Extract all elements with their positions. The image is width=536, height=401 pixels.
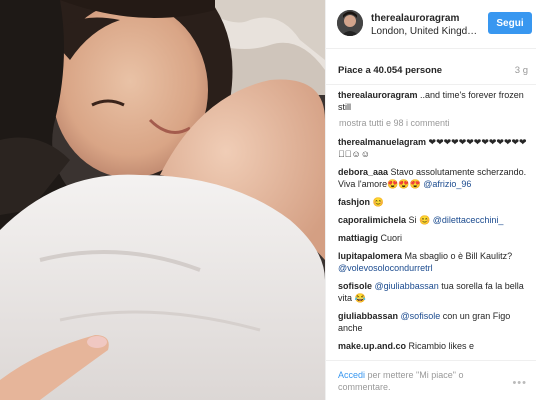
comment-text: Si 😊: [406, 215, 433, 225]
location[interactable]: London, United Kingd…: [371, 26, 479, 37]
comment-username[interactable]: mattiagig: [338, 233, 378, 243]
comment: make.up.and.co Ricambio likes e: [338, 340, 533, 352]
comment: giuliabbassan @sofisole con un gran Figo…: [338, 310, 533, 334]
comment-username[interactable]: lupitapalomera: [338, 251, 402, 261]
likes-row: Piace a 40.054 persone 3 g: [326, 48, 536, 85]
comment: debora_aaa Stavo assolutamente scherzand…: [338, 166, 533, 190]
ellipsis-icon[interactable]: •••: [512, 377, 527, 389]
post-sidebar: therealauroragram London, United Kingd… …: [325, 0, 536, 401]
comment-mention[interactable]: @giuliabbassan: [375, 281, 439, 291]
comment-text: 😊: [370, 197, 384, 207]
instagram-post: therealauroragram London, United Kingd… …: [0, 0, 536, 401]
login-link[interactable]: Accedi: [338, 370, 365, 380]
comment: caporalimichela Si 😊 @dilettacecchini_: [338, 214, 533, 226]
comment: therealmanuelagram ❤❤❤❤❤❤❤❤❤❤❤❤❤❤🏼☺☺: [338, 136, 533, 160]
username[interactable]: therealauroragram: [371, 13, 459, 24]
likes-count[interactable]: Piace a 40.054 persone: [338, 65, 442, 76]
comment-text: Cuori: [378, 233, 403, 243]
avatar[interactable]: [337, 10, 363, 36]
caption-username[interactable]: therealauroragram: [338, 90, 418, 100]
comment: lupitapalomera Ma sbaglio o è Bill Kauli…: [338, 250, 533, 274]
comment-username[interactable]: giuliabbassan: [338, 311, 398, 321]
comment-text: Ma sbaglio o è Bill Kaulitz?: [402, 251, 513, 261]
login-prompt: Accedi per mettere "Mi piace" o commenta…: [338, 369, 498, 393]
comment: sofisole @giuliabbassan tua sorella fa l…: [338, 280, 533, 304]
comment-username[interactable]: sofisole: [338, 281, 372, 291]
comments-list: therealauroragram ..and time's forever f…: [338, 89, 533, 358]
load-more-comments[interactable]: mostra tutti e 98 i commenti: [339, 118, 533, 128]
hug-photo-illustration: [0, 0, 325, 400]
comment-text: Ricambio likes e: [406, 341, 475, 351]
follow-button[interactable]: Segui: [488, 12, 532, 34]
comment-mention[interactable]: @afrizio_96: [423, 179, 471, 189]
post-header: therealauroragram London, United Kingd… …: [326, 0, 536, 49]
post-footer: Accedi per mettere "Mi piace" o commenta…: [326, 360, 536, 401]
comment: fashjon 😊: [338, 196, 533, 208]
comment-mention[interactable]: @sofisole: [401, 311, 441, 321]
comment-username[interactable]: debora_aaa: [338, 167, 388, 177]
comment-username[interactable]: fashjon: [338, 197, 370, 207]
comment-username[interactable]: caporalimichela: [338, 215, 406, 225]
comment: mattiagig Cuori: [338, 232, 533, 244]
comment-username[interactable]: therealmanuelagram: [338, 137, 426, 147]
avatar-image: [337, 10, 363, 36]
comment-mention[interactable]: @volevosolocondurretrl: [338, 263, 433, 273]
caption: therealauroragram ..and time's forever f…: [338, 89, 533, 113]
post-photo[interactable]: [0, 0, 325, 400]
comments-section: therealauroragram ..and time's forever f…: [326, 84, 536, 360]
comment-mention[interactable]: @dilettacecchini_: [433, 215, 504, 225]
comment-username[interactable]: make.up.and.co: [338, 341, 406, 351]
post-age[interactable]: 3 g: [515, 65, 528, 76]
